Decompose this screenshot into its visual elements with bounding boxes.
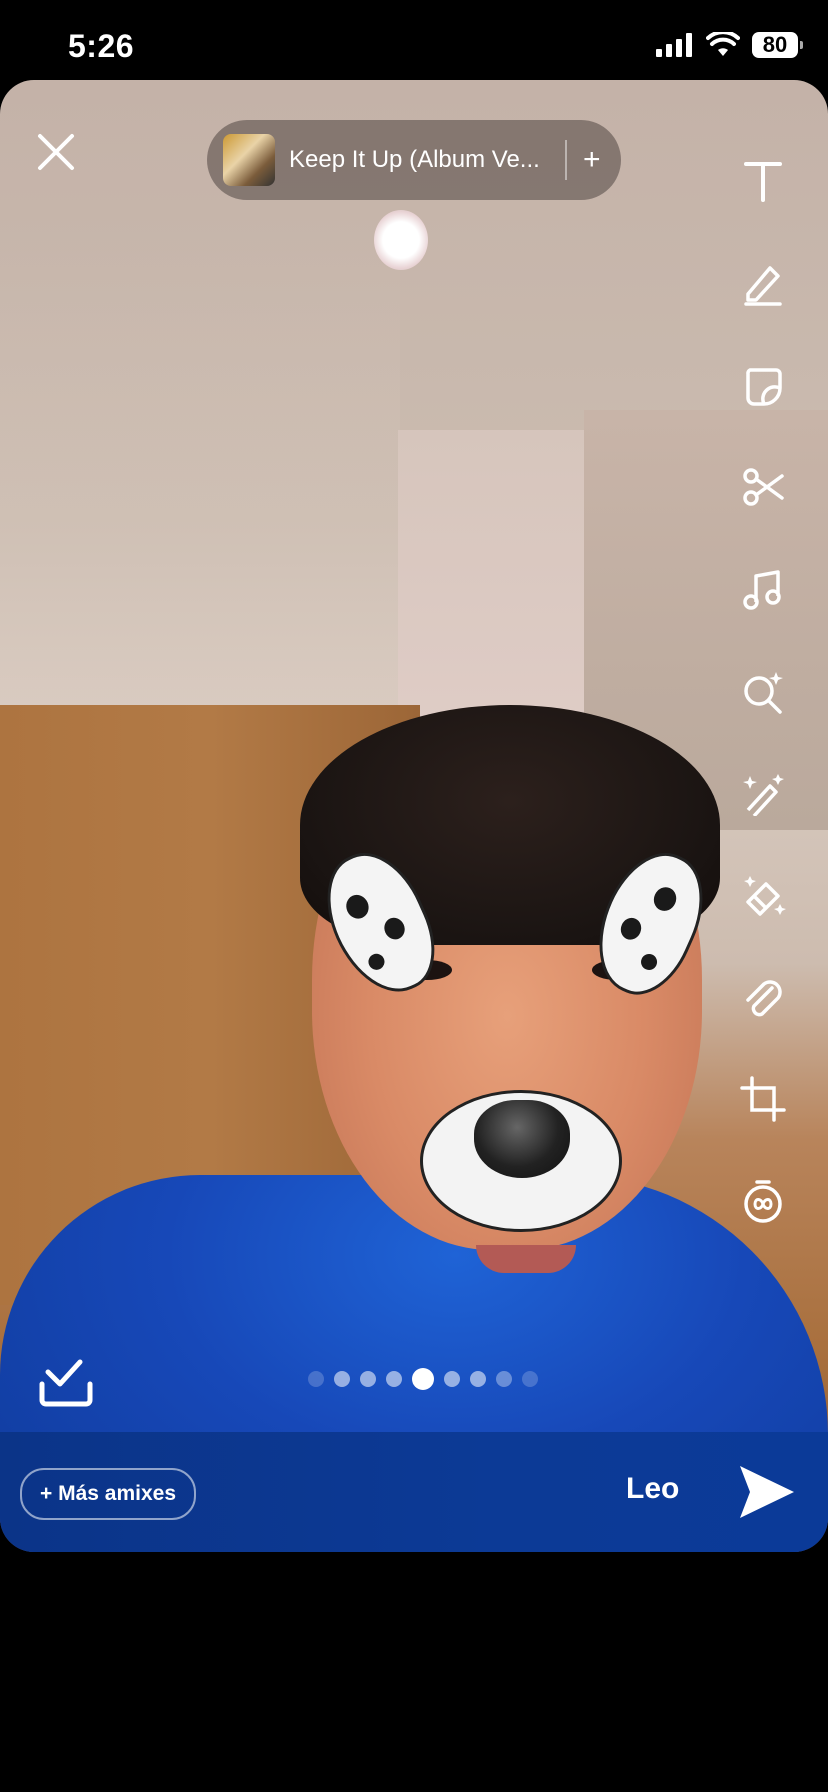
wifi-icon xyxy=(706,32,740,56)
crop-icon xyxy=(740,1076,786,1122)
sticker-icon xyxy=(746,368,782,406)
send-button[interactable] xyxy=(736,1462,798,1522)
carousel-dot[interactable] xyxy=(496,1371,512,1387)
text-icon xyxy=(744,162,782,202)
snap-preview[interactable] xyxy=(0,80,828,1552)
pencil-icon xyxy=(744,266,782,306)
close-icon xyxy=(38,134,74,170)
recipient-name[interactable]: Leo xyxy=(626,1472,679,1506)
paperclip-icon xyxy=(746,980,782,1017)
carousel-dot[interactable] xyxy=(308,1371,324,1387)
eraser-tool[interactable] xyxy=(728,844,798,946)
magic-wand-icon xyxy=(743,774,784,816)
music-chip[interactable]: Keep It Up (Album Ve... + xyxy=(207,120,621,200)
add-music-button[interactable]: + xyxy=(583,145,601,175)
person-mouth xyxy=(476,1245,576,1273)
editing-toolbar xyxy=(728,130,798,1252)
sticker-tool[interactable] xyxy=(728,334,798,436)
carousel-dot[interactable] xyxy=(522,1371,538,1387)
battery-indicator: 80 xyxy=(752,32,803,58)
timer-tool[interactable] xyxy=(728,1150,798,1252)
music-tool[interactable] xyxy=(728,538,798,640)
song-title: Keep It Up (Album Ve... xyxy=(289,146,540,173)
lens-carousel-indicator[interactable] xyxy=(308,1368,538,1390)
send-icon xyxy=(740,1466,794,1518)
album-art xyxy=(223,134,275,186)
crop-tool[interactable] xyxy=(728,1048,798,1150)
carousel-dot[interactable] xyxy=(360,1371,376,1387)
send-bar: + Más amixes Leo xyxy=(0,1432,828,1552)
timer-icon xyxy=(744,1180,782,1223)
carousel-dot[interactable] xyxy=(334,1371,350,1387)
magic-wand-tool[interactable] xyxy=(728,742,798,844)
download-icon xyxy=(39,1359,93,1407)
draw-tool[interactable] xyxy=(728,232,798,334)
status-time: 5:26 xyxy=(68,28,135,64)
status-bar: 5:26 80 xyxy=(0,0,828,80)
close-button[interactable] xyxy=(34,130,78,174)
lens-search-tool[interactable] xyxy=(728,640,798,742)
signal-icon xyxy=(656,33,692,57)
text-tool[interactable] xyxy=(728,130,798,232)
more-friends-button[interactable]: + Más amixes xyxy=(20,1468,197,1520)
music-icon xyxy=(743,570,781,610)
background-wall xyxy=(0,240,400,780)
carousel-dot[interactable] xyxy=(470,1371,486,1387)
dog-nose xyxy=(474,1100,570,1178)
scissors-tool[interactable] xyxy=(728,436,798,538)
attach-link-tool[interactable] xyxy=(728,946,798,1048)
carousel-dot-active[interactable] xyxy=(412,1368,434,1390)
status-icons: 80 xyxy=(656,32,803,58)
save-button[interactable] xyxy=(36,1358,96,1408)
eraser-icon xyxy=(744,876,786,916)
chip-divider xyxy=(565,140,567,180)
ceiling-light xyxy=(374,210,428,270)
lens-search-icon xyxy=(744,672,783,714)
carousel-dot[interactable] xyxy=(386,1371,402,1387)
carousel-dot[interactable] xyxy=(444,1371,460,1387)
scissors-icon xyxy=(743,468,784,506)
